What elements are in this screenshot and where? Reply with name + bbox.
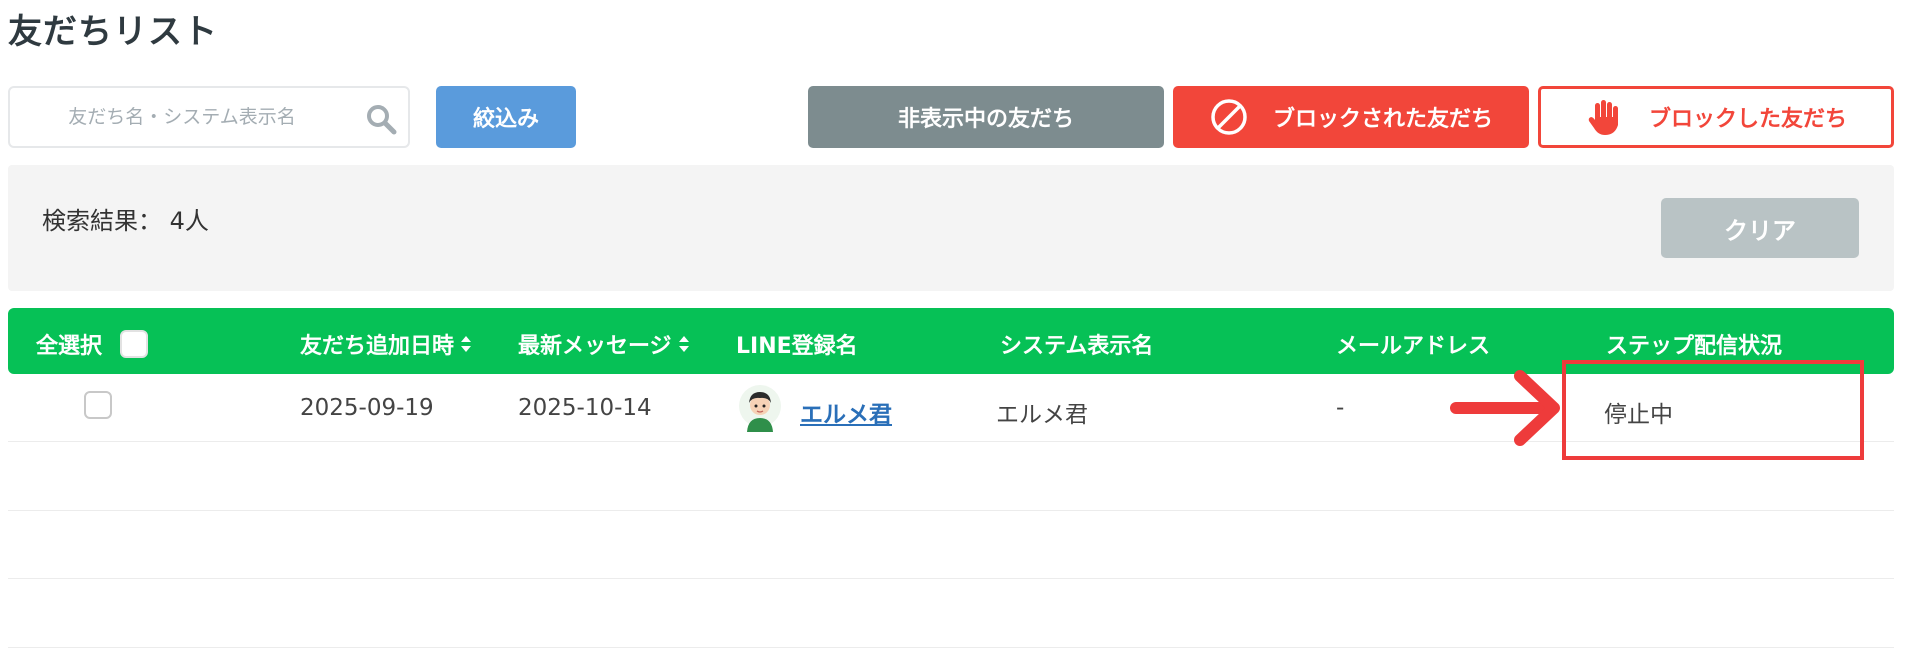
row-divider [8,510,1894,511]
step-status-header: ステップ配信状況 [1606,334,1783,359]
page-title: 友だちリスト [8,12,218,52]
blocked-friends-button[interactable]: ブロックした友だち [1538,86,1894,148]
added-date-label: 友だち追加日時 [300,334,455,359]
hidden-friends-button[interactable]: 非表示中の友だち [808,86,1164,148]
search-box[interactable] [8,86,410,148]
email-cell: - [1336,395,1345,421]
row-checkbox[interactable] [84,391,112,419]
blocked-by-friends-label: ブロックされた友だち [1272,107,1493,132]
arrow-annotation [1450,370,1560,446]
blocked-by-friends-button[interactable]: ブロックされた友だち [1173,86,1529,148]
system-name-header: システム表示名 [1000,334,1154,359]
system-name-cell: エルメ君 [996,402,1088,428]
row-divider [8,647,1894,648]
email-header: メールアドレス [1336,334,1491,359]
latest-message-header[interactable]: 最新メッセージ [518,328,690,360]
search-result-panel: 検索結果： 4人 [8,165,1894,291]
highlight-box [1562,360,1864,460]
sort-icon[interactable] [678,335,690,353]
hand-icon [1588,100,1618,135]
latest-message-cell: 2025-10-14 [518,395,652,421]
line-name-header: LINE登録名 [736,334,858,359]
search-result-count: 検索結果： 4人 [42,207,209,235]
prohibited-icon [1211,99,1247,135]
blocked-friends-label: ブロックした友だち [1648,107,1847,132]
added-date-cell: 2025-09-19 [300,395,434,421]
latest-message-label: 最新メッセージ [518,334,672,359]
select-all-checkbox[interactable] [120,330,149,358]
clear-button[interactable]: クリア [1661,198,1859,258]
added-date-header[interactable]: 友だち追加日時 [300,328,472,360]
row-divider [8,578,1894,579]
sort-icon[interactable] [460,335,472,353]
select-all-header: 全選択 [36,328,149,360]
search-icon[interactable] [364,102,398,136]
line-name-link[interactable]: エルメ君 [800,395,892,429]
avatar [739,385,781,432]
filter-button[interactable]: 絞込み [436,86,576,148]
search-input[interactable] [12,90,352,144]
select-all-label: 全選択 [36,334,103,359]
